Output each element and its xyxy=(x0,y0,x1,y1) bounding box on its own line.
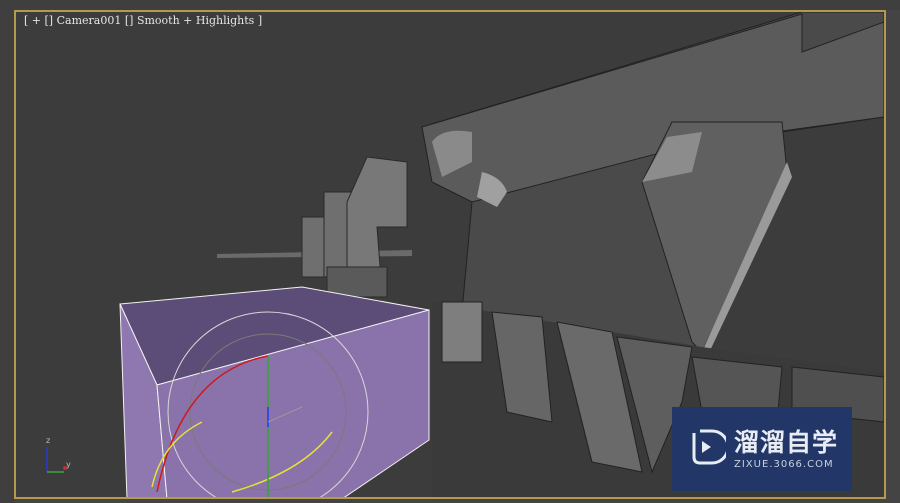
label-bracket-open: [ xyxy=(24,14,29,27)
watermark: 溜溜自学 ZIXUE.3066.COM xyxy=(672,407,852,491)
label-separator: [] xyxy=(44,14,54,27)
selected-box xyxy=(119,286,430,497)
axis-tripod-icon xyxy=(46,447,67,473)
camera-viewport[interactable]: [ + [] Camera001 [] Smooth + Highlights … xyxy=(14,10,886,499)
top-ruler xyxy=(0,0,900,10)
label-bracket-close: ] xyxy=(257,14,263,27)
viewport-shading-menu[interactable]: Smooth + Highlights xyxy=(137,14,254,27)
distant-text-objects xyxy=(301,156,408,298)
play-logo-icon xyxy=(692,429,726,465)
watermark-url: ZIXUE.3066.COM xyxy=(734,459,834,470)
axis-y-label: y xyxy=(66,460,71,469)
viewport-label: [ + [] Camera001 [] Smooth + Highlights … xyxy=(24,14,262,27)
left-ruler xyxy=(0,0,14,503)
label-separator: [] xyxy=(124,14,134,27)
watermark-title: 溜溜自学 xyxy=(734,428,839,457)
viewport-plus-menu[interactable]: + xyxy=(32,14,41,27)
viewport-camera-menu[interactable]: Camera001 xyxy=(57,14,122,27)
axis-z-label: z xyxy=(46,436,51,445)
